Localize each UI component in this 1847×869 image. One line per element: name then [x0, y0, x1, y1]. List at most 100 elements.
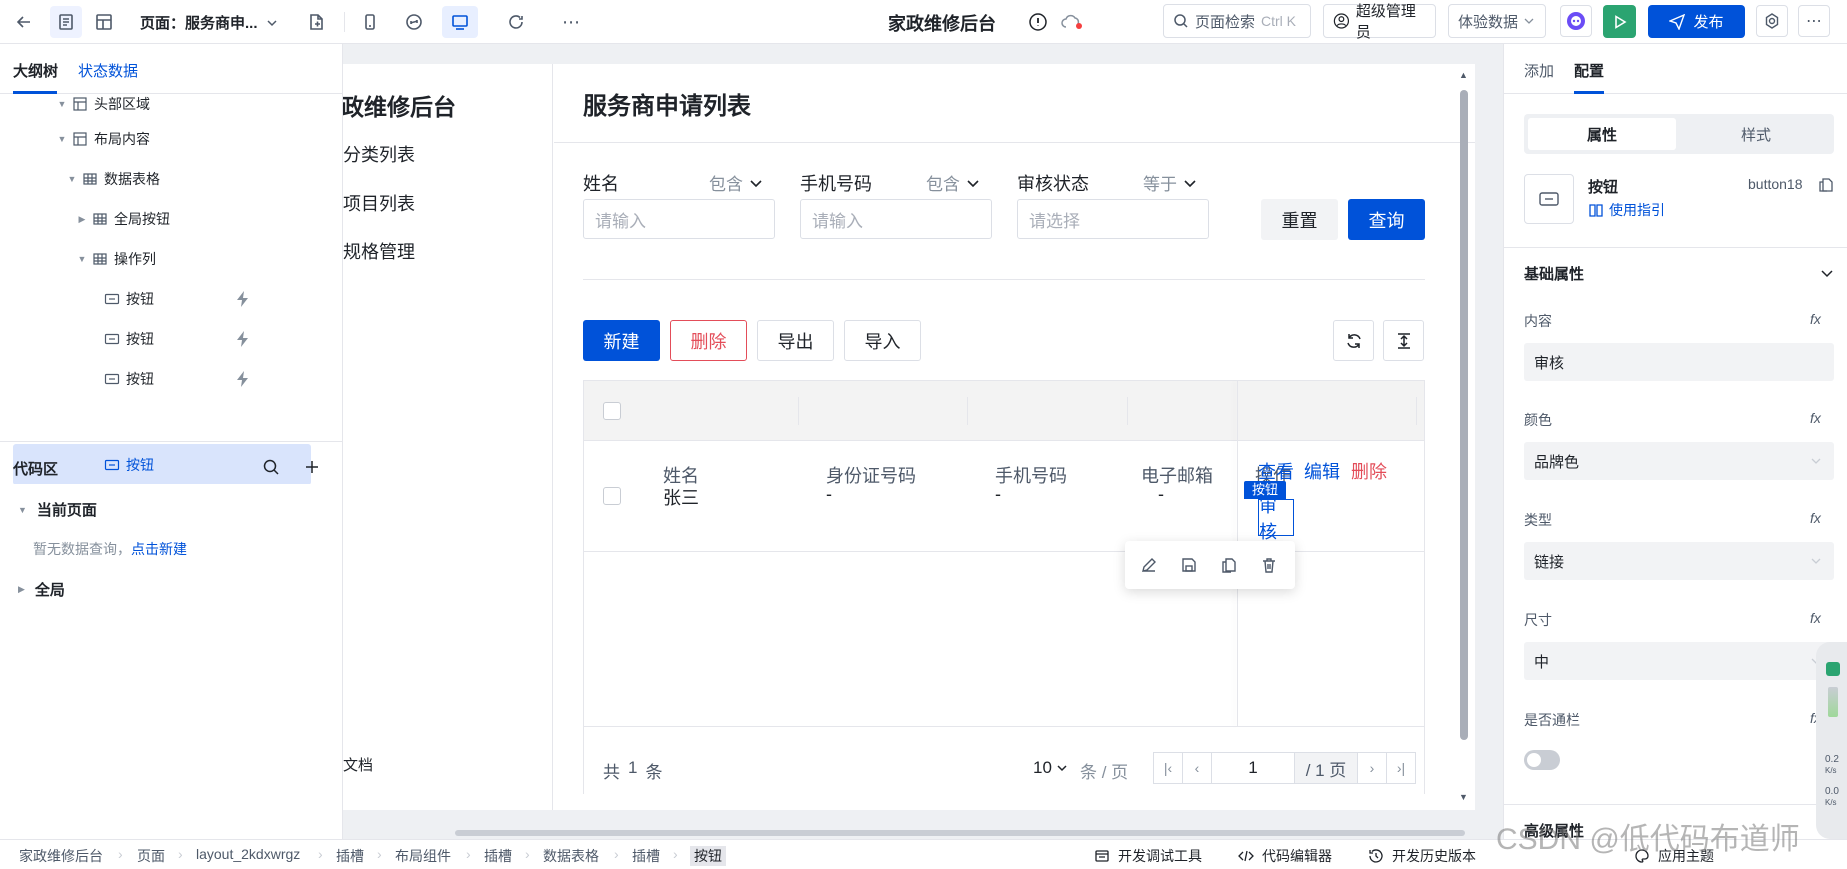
code-editor-button[interactable]: 代码编辑器 [1238, 846, 1332, 866]
first-page-button[interactable]: |‹ [1153, 752, 1183, 784]
column-header-email[interactable]: 电子邮箱 [1127, 462, 1227, 488]
tab-add[interactable]: 添加 [1524, 60, 1554, 81]
data-mode-select[interactable]: 体验数据 [1448, 4, 1546, 38]
event-bolt-icon[interactable] [234, 330, 252, 348]
fx-icon[interactable]: fx [1810, 510, 1821, 526]
page-number-input[interactable]: 1 [1211, 752, 1295, 784]
prop-type-select[interactable]: 链接 [1524, 542, 1834, 580]
fx-icon[interactable]: fx [1810, 610, 1821, 626]
filter-status-select[interactable]: 请选择 [1017, 199, 1209, 239]
menu-item-category[interactable]: 分类列表 [343, 141, 415, 167]
prop-content-input[interactable]: 审核 [1524, 343, 1834, 381]
copy-icon[interactable] [1220, 556, 1238, 574]
add-icon[interactable] [303, 458, 321, 476]
ai-assistant-icon[interactable] [1560, 5, 1592, 37]
next-page-button[interactable]: › [1357, 752, 1387, 784]
event-bolt-icon[interactable] [234, 370, 252, 388]
page-search[interactable]: 页面检索 Ctrl K [1163, 4, 1311, 38]
breadcrumb-item[interactable]: 插槽 [632, 846, 660, 866]
tab-config[interactable]: 配置 [1574, 60, 1604, 81]
save-icon[interactable] [1180, 556, 1198, 574]
scroll-down-icon[interactable]: ▼ [1459, 792, 1468, 802]
network-monitor-widget[interactable]: 0.2 K/s 0.0 K/s [1816, 642, 1847, 839]
tree-node-button[interactable]: 按钮 [0, 279, 343, 319]
fx-icon[interactable]: fx [1810, 311, 1821, 327]
scroll-up-icon[interactable]: ▲ [1459, 70, 1468, 80]
breadcrumb-item[interactable]: 布局组件 [395, 846, 451, 866]
breadcrumb-item-current[interactable]: 按钮 [690, 846, 726, 866]
filter-name-input[interactable]: 请输入 [583, 199, 775, 239]
edit-icon[interactable] [1140, 556, 1158, 574]
tree-node-action-column[interactable]: ▼ 操作列 [0, 239, 343, 279]
tree-node-global-buttons[interactable]: ▶ 全局按钮 [0, 199, 343, 239]
export-button[interactable]: 导出 [757, 320, 834, 361]
canvas-vertical-scrollbar[interactable]: ▲ ▼ [1459, 70, 1469, 804]
segment-style[interactable]: 样式 [1682, 118, 1830, 150]
more-icon[interactable]: ⋯ [555, 6, 587, 38]
menu-item-spec[interactable]: 规格管理 [343, 238, 415, 264]
col-resize-handle[interactable] [1416, 397, 1417, 425]
miniprogram-preview-icon[interactable] [398, 6, 430, 38]
desktop-preview-icon[interactable] [442, 6, 478, 38]
user-menu[interactable]: 超级管理员 [1323, 3, 1436, 41]
page-size-select[interactable]: 10 [1033, 758, 1068, 778]
chevron-down-icon[interactable] [1820, 266, 1834, 280]
row-audit-link-selected[interactable]: 审核 [1258, 496, 1294, 542]
outline-view-icon[interactable] [50, 6, 82, 38]
table-refresh-button[interactable] [1333, 320, 1374, 361]
row-delete-link[interactable]: 删除 [1351, 458, 1387, 484]
event-bolt-icon[interactable] [234, 290, 252, 308]
scrollbar-thumb[interactable] [1460, 90, 1468, 740]
create-query-link[interactable]: 点击新建 [131, 541, 187, 557]
menu-item-project[interactable]: 项目列表 [343, 190, 415, 216]
run-preview-button[interactable] [1603, 5, 1636, 38]
settings-icon[interactable] [1756, 5, 1788, 37]
history-button[interactable]: 开发历史版本 [1368, 846, 1476, 866]
row-edit-link[interactable]: 编辑 [1304, 458, 1340, 484]
fx-icon[interactable]: fx [1810, 410, 1821, 426]
usage-guide-link[interactable]: 使用指引 [1588, 200, 1665, 220]
row-checkbox[interactable] [603, 487, 621, 505]
info-icon[interactable] [1028, 12, 1048, 32]
new-button[interactable]: 新建 [583, 320, 660, 361]
column-header-id[interactable]: 身份证号码 [826, 462, 916, 488]
copy-icon[interactable] [1818, 177, 1834, 193]
reset-button[interactable]: 重置 [1261, 199, 1338, 240]
col-resize-handle[interactable] [798, 397, 799, 425]
breadcrumb-item[interactable]: layout_2kdxwrgz [196, 846, 300, 862]
segment-properties[interactable]: 属性 [1528, 118, 1676, 150]
breadcrumb-item[interactable]: 插槽 [336, 846, 364, 866]
mobile-preview-icon[interactable] [354, 6, 386, 38]
breadcrumb-item[interactable]: 插槽 [484, 846, 512, 866]
page-selector[interactable]: 页面：服务商申... [140, 12, 278, 33]
tree-node-button[interactable]: 按钮 [0, 319, 343, 359]
select-all-checkbox[interactable] [603, 402, 621, 420]
filter-status-op[interactable]: 等于 [1143, 170, 1197, 195]
devtools-button[interactable]: 开发调试工具 [1094, 846, 1202, 866]
filter-phone-input[interactable]: 请输入 [800, 199, 992, 239]
more-menu-icon[interactable]: ⋯ [1798, 5, 1830, 37]
tree-node-layout-content[interactable]: ▼ 布局内容 [0, 119, 343, 159]
prev-page-button[interactable]: ‹ [1182, 752, 1212, 784]
tree-node-data-table[interactable]: ▼ 数据表格 [0, 159, 343, 199]
block-toggle[interactable] [1524, 750, 1560, 770]
delete-icon[interactable] [1260, 556, 1278, 574]
prop-size-select[interactable]: 中 [1524, 642, 1834, 680]
canvas-horizontal-scrollbar[interactable] [455, 830, 1465, 836]
new-page-icon[interactable] [300, 6, 332, 38]
back-arrow-icon[interactable] [8, 6, 40, 38]
global-group[interactable]: ▶ 全局 [18, 579, 65, 600]
query-button[interactable]: 查询 [1348, 199, 1425, 240]
refresh-icon[interactable] [500, 6, 532, 38]
prop-color-select[interactable]: 品牌色 [1524, 442, 1834, 480]
table-density-button[interactable] [1383, 320, 1424, 361]
publish-button[interactable]: 发布 [1648, 5, 1745, 38]
column-header-phone[interactable]: 手机号码 [995, 462, 1067, 488]
current-page-group[interactable]: ▼ 当前页面 [18, 499, 97, 520]
menu-item-docs[interactable]: 文档 [343, 754, 373, 775]
import-button[interactable]: 导入 [844, 320, 921, 361]
filter-name-op[interactable]: 包含 [709, 170, 763, 195]
breadcrumb-item[interactable]: 家政维修后台 [19, 846, 103, 866]
tree-node-button[interactable]: 按钮 [0, 359, 343, 399]
filter-phone-op[interactable]: 包含 [926, 170, 980, 195]
